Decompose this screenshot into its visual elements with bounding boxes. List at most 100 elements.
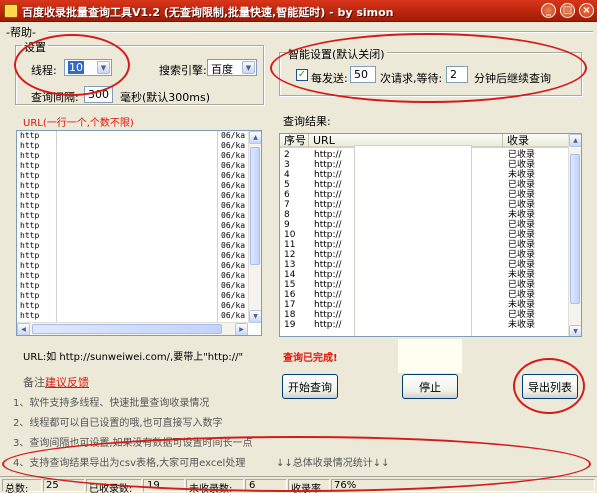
maximize-button[interactable]: □ bbox=[560, 3, 575, 18]
url-line-suffix: 06/ka bbox=[221, 141, 246, 150]
row-number: 18 bbox=[284, 310, 296, 320]
url-line-prefix: http bbox=[20, 311, 40, 320]
wait-label: 次请求,等待: bbox=[380, 72, 443, 85]
row-url: http:// bbox=[314, 320, 342, 330]
row-url: http:// bbox=[314, 230, 342, 240]
row-url: http:// bbox=[314, 310, 342, 320]
url-scroll-thumb[interactable] bbox=[250, 147, 260, 265]
scroll-down-icon[interactable]: ▼ bbox=[249, 310, 261, 323]
results-scroll-thumb[interactable] bbox=[570, 154, 580, 304]
help-menu[interactable]: -帮助- bbox=[6, 24, 36, 40]
row-status: 已收录 bbox=[508, 310, 536, 320]
row-status: 已收录 bbox=[508, 230, 536, 240]
url-horizontal-scrollbar[interactable]: ◀ ▶ bbox=[17, 322, 248, 335]
url-line-prefix: http bbox=[20, 161, 40, 170]
privacy-mask bbox=[355, 146, 471, 336]
url-line-prefix: http bbox=[20, 261, 40, 270]
title-bar[interactable]: 百度收录批量查询工具V1.2 (无查询限制,批量快速,智能延时) - by si… bbox=[0, 0, 597, 22]
export-list-button[interactable]: 导出列表 bbox=[522, 374, 578, 399]
url-line-suffix: 06/ka bbox=[221, 281, 246, 290]
row-number: 17 bbox=[284, 300, 296, 310]
row-url: http:// bbox=[314, 200, 342, 210]
note-item: 2、线程都可以自已设置的哦,也可直接写入数字 bbox=[13, 418, 223, 429]
url-line-prefix: http bbox=[20, 141, 40, 150]
col-header-status[interactable]: 收录 bbox=[503, 134, 569, 148]
url-line-suffix: 06/ka bbox=[221, 171, 246, 180]
note-item: 4、支持查询结果导出为csv表格,大家可用excel处理 bbox=[13, 458, 246, 469]
row-status: 未收录 bbox=[508, 320, 536, 330]
send-count-label: 每发送: bbox=[311, 72, 348, 85]
url-line-suffix: 06/ka bbox=[221, 261, 246, 270]
row-url: http:// bbox=[314, 260, 342, 270]
chevron-down-icon[interactable]: ▼ bbox=[242, 61, 255, 74]
threads-combo[interactable]: 10 ▼ bbox=[64, 59, 112, 76]
interval-value: 300 bbox=[88, 88, 109, 101]
scroll-up-icon[interactable]: ▲ bbox=[569, 134, 581, 147]
window-title: 百度收录批量查询工具V1.2 (无查询限制,批量快速,智能延时) - by si… bbox=[22, 6, 394, 19]
feedback-link[interactable]: 建议反馈 bbox=[45, 374, 89, 390]
close-button[interactable]: × bbox=[579, 3, 594, 18]
url-line-prefix: http bbox=[20, 291, 40, 300]
url-line-prefix: http bbox=[20, 211, 40, 220]
summary-stats-link: ↓↓总体收录情况统计↓↓ bbox=[276, 458, 390, 469]
wait-minutes-input[interactable]: 2 bbox=[446, 66, 468, 83]
results-table[interactable]: 序号 URL 收录 2 http://已收录 3 http://已收录 4 http://… bbox=[279, 133, 582, 337]
url-input-area[interactable]: http 06/ka http 06/ka http 06/ka http 06/ka http… bbox=[16, 130, 262, 336]
indexed-label: 已收录数: bbox=[89, 484, 133, 493]
url-line-suffix: 06/ka bbox=[221, 291, 246, 300]
url-line-suffix: 06/ka bbox=[221, 181, 246, 190]
row-url: http:// bbox=[314, 180, 342, 190]
rate-value: 76% bbox=[334, 480, 357, 491]
row-number: 16 bbox=[284, 290, 296, 300]
app-icon bbox=[4, 4, 18, 18]
results-vertical-scrollbar[interactable]: ▲ ▼ bbox=[568, 134, 581, 336]
unindexed-value: 6 bbox=[249, 480, 256, 491]
engine-combo[interactable]: 百度 ▼ bbox=[207, 59, 257, 76]
scroll-left-icon[interactable]: ◀ bbox=[17, 323, 30, 335]
url-line-prefix: http bbox=[20, 171, 40, 180]
url-line-prefix: http bbox=[20, 201, 40, 210]
row-status: 已收录 bbox=[508, 190, 536, 200]
start-query-button[interactable]: 开始查询 bbox=[282, 374, 338, 399]
row-status: 已收录 bbox=[508, 280, 536, 290]
threads-value: 10 bbox=[68, 61, 84, 74]
send-count-input[interactable]: 50 bbox=[350, 66, 376, 83]
url-hscroll-thumb[interactable] bbox=[32, 324, 222, 334]
minimize-button[interactable]: _ bbox=[541, 3, 556, 18]
url-line-prefix: http bbox=[20, 231, 40, 240]
privacy-mask bbox=[398, 339, 462, 373]
row-number: 8 bbox=[284, 210, 290, 220]
row-number: 10 bbox=[284, 230, 296, 240]
row-status: 已收录 bbox=[508, 200, 536, 210]
interval-input[interactable]: 300 bbox=[84, 86, 113, 103]
note-item: 1、软件支持多线程、快速批量查询收录情况 bbox=[13, 398, 210, 409]
col-header-no[interactable]: 序号 bbox=[280, 134, 309, 148]
smart-enable-checkbox[interactable]: ✓ bbox=[296, 69, 308, 81]
url-line-prefix: http bbox=[20, 301, 40, 310]
url-line-prefix: http bbox=[20, 281, 40, 290]
scroll-up-icon[interactable]: ▲ bbox=[249, 131, 261, 144]
url-line-suffix: 06/ka bbox=[221, 231, 246, 240]
smart-settings-legend: 智能设置(默认关闭) bbox=[286, 46, 387, 62]
scroll-down-icon[interactable]: ▼ bbox=[569, 325, 581, 336]
url-line-suffix: 06/ka bbox=[221, 201, 246, 210]
row-number: 7 bbox=[284, 200, 290, 210]
rate-label: 收录率 bbox=[291, 484, 321, 493]
row-url: http:// bbox=[314, 160, 342, 170]
url-vertical-scrollbar[interactable]: ▲ ▼ bbox=[248, 131, 261, 323]
url-line-prefix: http bbox=[20, 181, 40, 190]
row-status: 未收录 bbox=[508, 270, 536, 280]
url-line-prefix: http bbox=[20, 191, 40, 200]
row-status: 已收录 bbox=[508, 240, 536, 250]
unindexed-label: 未收录数: bbox=[189, 484, 233, 493]
row-url: http:// bbox=[314, 170, 342, 180]
stop-button[interactable]: 停止 bbox=[402, 374, 458, 399]
url-line-suffix: 06/ka bbox=[221, 301, 246, 310]
row-url: http:// bbox=[314, 280, 342, 290]
url-line-suffix: 06/ka bbox=[221, 311, 246, 320]
chevron-down-icon[interactable]: ▼ bbox=[97, 61, 110, 74]
row-url: http:// bbox=[314, 150, 342, 160]
row-number: 6 bbox=[284, 190, 290, 200]
row-url: http:// bbox=[314, 270, 342, 280]
scroll-right-icon[interactable]: ▶ bbox=[235, 323, 248, 335]
